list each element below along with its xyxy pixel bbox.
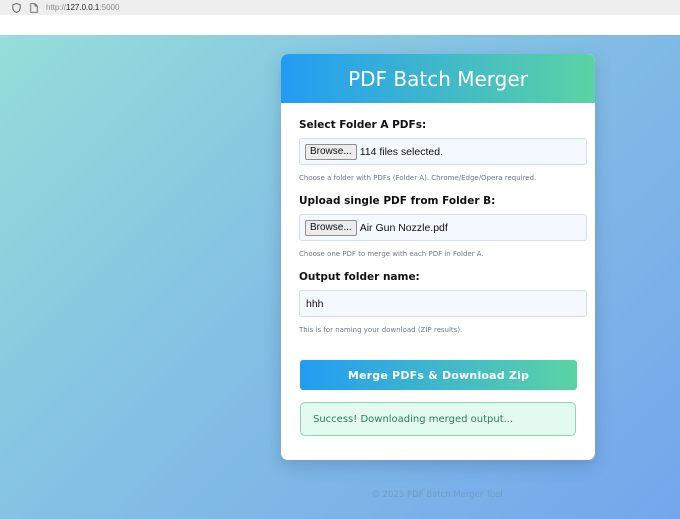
success-message: Success! Downloading merged output... (300, 402, 576, 436)
output-folder-label: Output folder name: (299, 271, 420, 283)
merge-form: Select Folder A PDFs: Browse... 114 file… (281, 103, 595, 436)
browser-address-bar: http://127.0.0.1:5000 (0, 0, 680, 15)
card-header: PDF Batch Merger (281, 54, 595, 103)
url-port: :5000 (99, 3, 120, 12)
browser-strip (0, 15, 680, 35)
url-host: 127.0.0.1 (66, 3, 100, 12)
folder-b-browse-button[interactable]: Browse... (305, 219, 357, 236)
folder-a-hint: Choose a folder with PDFs (Folder A). Ch… (299, 174, 537, 182)
output-folder-input[interactable]: hhh (299, 290, 587, 317)
url-field[interactable]: http://127.0.0.1:5000 (46, 3, 119, 12)
shield-icon[interactable] (10, 2, 22, 14)
success-text: Success! Downloading merged output... (313, 413, 514, 425)
folder-a-file-input[interactable]: Browse... 114 files selected. (299, 138, 587, 165)
output-folder-hint: This is for naming your download (ZIP re… (299, 326, 463, 334)
merger-card: PDF Batch Merger Select Folder A PDFs: B… (281, 54, 595, 460)
folder-a-label: Select Folder A PDFs: (299, 119, 427, 131)
page-title: PDF Batch Merger (348, 66, 528, 91)
folder-b-file-input[interactable]: Browse... Air Gun Nozzle.pdf (299, 214, 587, 241)
folder-a-status: 114 files selected. (359, 145, 443, 158)
url-prefix: http:// (46, 3, 67, 12)
folder-b-hint: Choose one PDF to merge with each PDF in… (299, 250, 484, 258)
folder-b-status: Air Gun Nozzle.pdf (359, 221, 448, 234)
page-icon (28, 2, 40, 14)
folder-a-browse-button[interactable]: Browse... (305, 143, 357, 160)
merge-download-label: Merge PDFs & Download Zip (347, 368, 530, 382)
folder-b-label: Upload single PDF from Folder B: (299, 195, 496, 207)
page-footer: © 2025 PDF Batch Merger Tool (371, 490, 503, 500)
merge-download-button[interactable]: Merge PDFs & Download Zip (300, 360, 577, 390)
